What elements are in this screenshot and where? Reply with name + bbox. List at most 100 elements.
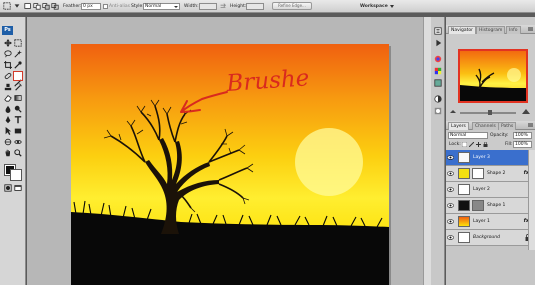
eraser-tool-icon[interactable] <box>4 94 12 102</box>
crop-tool-icon[interactable] <box>4 61 12 69</box>
refine-edge-button[interactable]: Refine Edge... <box>272 2 312 10</box>
opacity-label: Opacity: <box>490 133 509 138</box>
chevron-down-icon <box>174 5 178 8</box>
refine-edge-label: Refine Edge... <box>278 3 306 8</box>
blend-mode-select[interactable]: Normal <box>448 132 488 139</box>
shape-tool-icon[interactable] <box>14 127 22 135</box>
tab-histogram[interactable]: Histogram <box>476 26 506 34</box>
gradient-tool-icon[interactable] <box>14 94 22 102</box>
hand-tool-icon[interactable] <box>4 149 12 157</box>
intersect-selection-icon[interactable] <box>51 2 59 10</box>
history-brush-tool-icon[interactable] <box>14 83 22 91</box>
pen-tool-icon[interactable] <box>4 116 12 124</box>
ps-logo: Ps <box>2 26 13 35</box>
width-input[interactable] <box>199 2 217 10</box>
layer-row-layer-1[interactable]: Layer 1 fx <box>446 214 535 230</box>
tab-channels[interactable]: Channels <box>472 122 499 130</box>
opacity-input[interactable]: 100% <box>513 132 532 139</box>
screen-mode-icon[interactable] <box>14 184 22 192</box>
lock-transparent-icon[interactable] <box>462 142 467 147</box>
adjustments-panel-icon[interactable] <box>434 95 442 103</box>
layer-row-shape-1[interactable]: Shape 1 <box>446 198 535 214</box>
image-canvas[interactable]: Brushe <box>71 44 389 285</box>
options-bar: Feather: 0 px Anti-alias Style: Normal W… <box>0 0 535 13</box>
path-selection-tool-icon[interactable] <box>4 127 12 135</box>
annotation-text: Brushe <box>225 65 311 97</box>
layers-scrollbar[interactable] <box>528 150 535 250</box>
style-value: Normal <box>145 3 162 9</box>
clone-stamp-tool-icon[interactable] <box>4 83 12 91</box>
layer-thumbnail <box>458 184 470 195</box>
layer-name: Layer 3 <box>473 155 490 160</box>
layer-row-layer-2[interactable]: Layer 2 <box>446 182 535 198</box>
annotation-arrow <box>180 91 228 113</box>
workspace-label[interactable]: Workspace <box>360 4 388 10</box>
color-panel-icon[interactable] <box>434 55 442 63</box>
panel-dock: Navigator Histogram Info Layers Channels… <box>446 17 535 285</box>
style-select[interactable]: Normal <box>143 2 180 10</box>
zoom-in-icon[interactable] <box>522 109 530 116</box>
anti-alias-checkbox[interactable] <box>103 3 108 9</box>
magic-wand-tool-icon[interactable] <box>14 50 22 58</box>
history-panel-icon[interactable] <box>434 27 442 35</box>
panel-icon-strip <box>431 17 445 285</box>
swatches-panel-icon[interactable] <box>434 67 442 75</box>
swap-dimensions-icon[interactable] <box>219 2 227 10</box>
healing-brush-tool-icon[interactable] <box>4 72 12 80</box>
navigator-preview[interactable] <box>458 49 528 103</box>
marquee-tool-icon[interactable] <box>3 2 11 10</box>
visibility-eye-icon[interactable] <box>447 234 454 241</box>
zoom-slider-thumb[interactable] <box>488 110 492 115</box>
height-input[interactable] <box>246 2 264 10</box>
layer-row-shape-2[interactable]: Shape 2 fx <box>446 166 535 182</box>
add-to-selection-icon[interactable] <box>33 2 41 10</box>
visibility-eye-icon[interactable] <box>447 202 454 209</box>
visibility-eye-icon[interactable] <box>447 186 454 193</box>
lasso-tool-icon[interactable] <box>4 50 12 58</box>
visibility-eye-icon[interactable] <box>447 218 454 225</box>
layer-thumbnail <box>458 216 470 227</box>
dodge-tool-icon[interactable] <box>14 105 22 113</box>
zoom-tool-icon[interactable] <box>14 149 22 157</box>
layers-tab-row: Layers Channels Paths <box>446 121 535 130</box>
eyedropper-tool-icon[interactable] <box>14 61 22 69</box>
background-color-swatch[interactable] <box>10 169 22 181</box>
brush-tool-button[interactable] <box>13 71 23 87</box>
lock-position-icon[interactable] <box>476 142 481 147</box>
dropdown-arrow-icon[interactable] <box>13 2 21 10</box>
visibility-eye-icon[interactable] <box>447 154 454 161</box>
layers-menu-icon[interactable] <box>528 123 533 127</box>
feather-label: Feather: <box>63 3 82 9</box>
fill-input[interactable]: 100% <box>513 141 532 148</box>
zoom-out-icon[interactable] <box>450 110 456 115</box>
quick-mask-icon[interactable] <box>4 184 12 192</box>
lock-all-icon[interactable] <box>483 142 488 147</box>
masks-panel-icon[interactable] <box>434 107 442 115</box>
styles-panel-icon[interactable] <box>434 79 442 87</box>
layers-list: Layer 3 Shape 2 fx Layer 2 Shape 1 Layer… <box>446 150 535 250</box>
feather-input[interactable]: 0 px <box>81 2 101 10</box>
3d-orbit-tool-icon[interactable] <box>14 138 22 146</box>
blur-tool-icon[interactable] <box>4 105 12 113</box>
3d-rotate-tool-icon[interactable] <box>4 138 12 146</box>
tab-paths[interactable]: Paths <box>498 122 517 130</box>
visibility-eye-icon[interactable] <box>447 170 454 177</box>
tab-layers[interactable]: Layers <box>448 122 469 130</box>
move-tool-icon[interactable] <box>4 39 12 47</box>
actions-panel-icon[interactable] <box>434 39 442 47</box>
layer-row-background[interactable]: Background <box>446 230 535 246</box>
height-label: Height: <box>230 3 247 9</box>
document-scrollbar[interactable] <box>423 17 431 285</box>
layers-panel-footer <box>446 250 535 285</box>
type-tool-icon[interactable] <box>14 116 22 124</box>
lock-pixels-icon[interactable] <box>469 142 474 147</box>
new-selection-icon[interactable] <box>24 2 32 10</box>
tab-navigator[interactable]: Navigator <box>448 26 477 34</box>
tab-info[interactable]: Info <box>506 26 521 34</box>
subtract-from-selection-icon[interactable] <box>42 2 50 10</box>
document-area: Brushe <box>27 17 431 285</box>
panel-menu-icon[interactable] <box>528 27 533 31</box>
layer-thumbnail <box>458 168 470 179</box>
layer-row-layer-3[interactable]: Layer 3 <box>446 150 535 166</box>
marquee-tool-icon[interactable] <box>14 39 22 47</box>
